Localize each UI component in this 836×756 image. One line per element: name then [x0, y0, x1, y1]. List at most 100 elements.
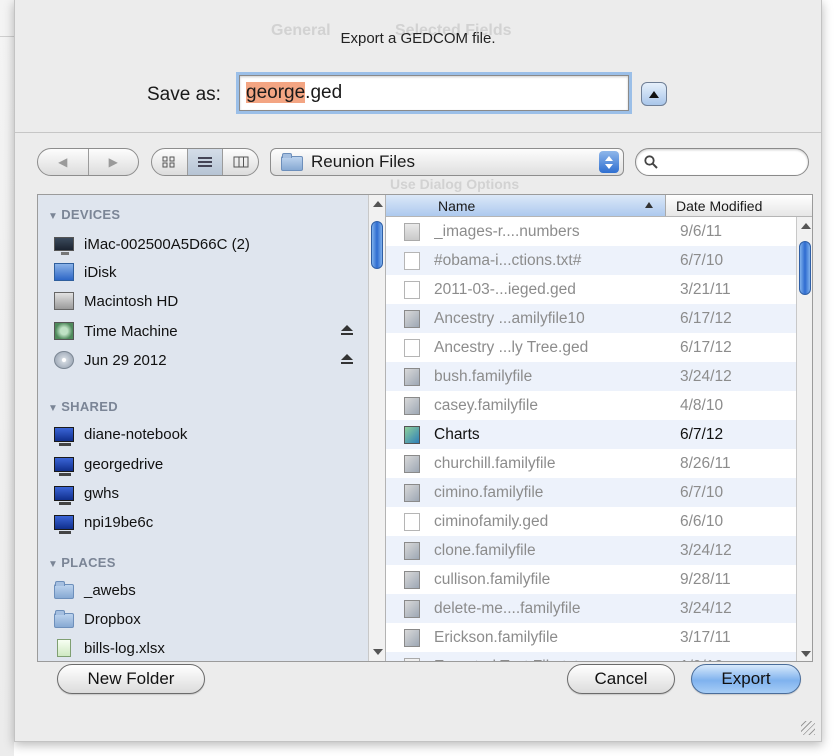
file-row[interactable]: cullison.familyfile 9/28/11 — [386, 565, 796, 594]
location-popup[interactable]: Reunion Files — [270, 148, 624, 176]
file-name: cullison.familyfile — [434, 570, 551, 588]
file-name: #obama-i...ctions.txt# — [434, 251, 582, 269]
sidebar-item-label: iDisk — [84, 263, 117, 281]
imac-icon — [54, 237, 74, 255]
sidebar-item-time-machine[interactable]: Time Machine — [54, 318, 354, 344]
file-date-modified: 3/24/12 — [680, 599, 732, 617]
sidebar-item-label: iMac-002500A5D66C (2) — [84, 235, 250, 253]
back-button[interactable]: ◀ — [38, 149, 89, 175]
collapse-dialog-button[interactable] — [641, 82, 667, 106]
file-name: Ancestry ...ly Tree.ged — [434, 338, 589, 356]
file-date-modified: 9/6/11 — [680, 222, 722, 240]
spreadsheet-icon — [57, 639, 71, 657]
icon-view-button[interactable] — [152, 149, 188, 175]
sidebar-item-npi19be6c[interactable]: npi19be6c — [54, 509, 354, 535]
background-option-text: Use Dialog Options — [390, 176, 520, 192]
cancel-button[interactable]: Cancel — [567, 664, 675, 694]
disclosure-triangle-icon: ▼ — [48, 403, 59, 414]
eject-icon[interactable] — [340, 352, 354, 366]
sort-ascending-icon — [645, 202, 653, 208]
file-row[interactable]: #obama-i...ctions.txt# 6/7/10 — [386, 246, 796, 275]
file-name: _images-r....numbers — [434, 222, 580, 240]
column-view-icon — [233, 156, 249, 168]
forward-button[interactable]: ▶ — [89, 149, 139, 175]
file-row[interactable]: Charts 6/7/12 — [386, 420, 796, 449]
familyfile-icon — [404, 541, 420, 560]
search-input[interactable] — [664, 154, 804, 170]
document-icon — [404, 512, 420, 531]
sidebar-item-idisk[interactable]: iDisk — [54, 259, 354, 285]
file-row[interactable]: ciminofamily.ged 6/6/10 — [386, 507, 796, 536]
sidebar-item-bills-log[interactable]: bills-log.xlsx — [54, 635, 354, 661]
sidebar-section-devices[interactable]: ▼ DEVICES — [48, 207, 120, 222]
file-row[interactable]: Ancestry ...ly Tree.ged 6/17/12 — [386, 333, 796, 362]
file-row[interactable]: cimino.familyfile 6/7/10 — [386, 478, 796, 507]
file-row[interactable]: _images-r....numbers 9/6/11 — [386, 217, 796, 246]
disclosure-triangle-icon: ▼ — [48, 559, 59, 570]
familyfile-icon — [404, 396, 420, 415]
column-header-date-modified[interactable]: Date Modified — [666, 195, 812, 216]
file-date-modified: 6/7/10 — [680, 251, 724, 269]
sidebar-item-label: gwhs — [84, 484, 120, 502]
file-row[interactable]: Exported Text File.txt1/9/10 — [386, 652, 796, 661]
sidebar-section-places[interactable]: ▼ PLACES — [48, 555, 116, 570]
sidebar-item-gwhs[interactable]: gwhs — [54, 480, 354, 506]
scroll-up-arrow-icon[interactable] — [801, 223, 811, 229]
sidebar-item-georgedrive[interactable]: georgedrive — [54, 451, 354, 477]
file-row[interactable]: bush.familyfile 3/24/12 — [386, 362, 796, 391]
file-date-modified: 3/17/11 — [680, 628, 731, 646]
search-icon — [644, 155, 658, 169]
disclosure-triangle-icon: ▼ — [48, 211, 59, 222]
file-name: casey.familyfile — [434, 396, 538, 414]
hard-drive-icon — [54, 292, 74, 310]
export-button[interactable]: Export — [691, 664, 801, 694]
column-view-button[interactable] — [223, 149, 258, 175]
file-row[interactable]: clone.familyfile 3/24/12 — [386, 536, 796, 565]
list-view-button[interactable] — [187, 149, 224, 175]
eject-icon[interactable] — [340, 323, 354, 337]
familyfile-icon — [404, 570, 420, 589]
familyfile-icon — [404, 628, 420, 647]
file-date-modified: 6/7/10 — [680, 483, 724, 501]
file-name: cimino.familyfile — [434, 483, 544, 501]
file-row[interactable]: 2011-03-...ieged.ged 3/21/11 — [386, 275, 796, 304]
sidebar-item-awebs[interactable]: _awebs — [54, 577, 354, 603]
file-row[interactable]: casey.familyfile 4/8/10 — [386, 391, 796, 420]
sidebar-scrollbar[interactable] — [368, 195, 386, 661]
file-date-modified: 6/17/12 — [680, 338, 732, 356]
forward-arrow-icon: ▶ — [108, 155, 118, 169]
file-row[interactable]: Erickson.familyfile 3/17/11 — [386, 623, 796, 652]
column-header-name[interactable]: Name — [386, 195, 666, 216]
list-view-icon — [198, 157, 212, 167]
sidebar-item-imac[interactable]: iMac-002500A5D66C (2) — [54, 231, 354, 257]
search-field[interactable] — [635, 148, 809, 176]
file-date-modified: 4/8/10 — [680, 396, 724, 414]
file-date-modified: 6/17/12 — [680, 309, 732, 327]
familyfile-icon — [404, 483, 420, 502]
scroll-up-arrow-icon[interactable] — [373, 201, 383, 207]
icon-view-icon — [162, 156, 175, 168]
sidebar-scroll-thumb[interactable] — [371, 221, 383, 269]
sidebar-item-label: Jun 29 2012 — [84, 351, 167, 369]
sidebar-item-jun-29-2012[interactable]: Jun 29 2012 — [54, 347, 354, 373]
sidebar-item-dropbox[interactable]: Dropbox — [54, 606, 354, 632]
sidebar-item-diane-notebook[interactable]: diane-notebook — [54, 421, 354, 447]
sidebar-section-shared[interactable]: ▼ SHARED — [48, 399, 118, 414]
file-list-scrollbar[interactable] — [796, 217, 812, 661]
file-name: bush.familyfile — [434, 367, 533, 385]
file-row[interactable]: delete-me....familyfile 3/24/12 — [386, 594, 796, 623]
sidebar-item-label: Time Machine — [84, 322, 178, 340]
new-folder-button[interactable]: New Folder — [57, 664, 205, 694]
save-as-field[interactable]: george.ged — [239, 75, 629, 111]
view-mode-control — [151, 148, 259, 176]
text-file-icon — [404, 657, 420, 661]
sidebar-item-macintosh-hd[interactable]: Macintosh HD — [54, 288, 354, 314]
file-row[interactable]: Ancestry ...amilyfile10 6/17/12 — [386, 304, 796, 333]
scroll-down-arrow-icon[interactable] — [373, 649, 383, 655]
sidebar-item-label: Dropbox — [84, 610, 141, 628]
resize-grip-icon[interactable] — [801, 721, 815, 735]
file-row[interactable]: churchill.familyfile 8/26/11 — [386, 449, 796, 478]
file-list-scroll-thumb[interactable] — [799, 241, 811, 295]
scroll-down-arrow-icon[interactable] — [801, 651, 811, 657]
network-computer-icon — [54, 485, 74, 505]
